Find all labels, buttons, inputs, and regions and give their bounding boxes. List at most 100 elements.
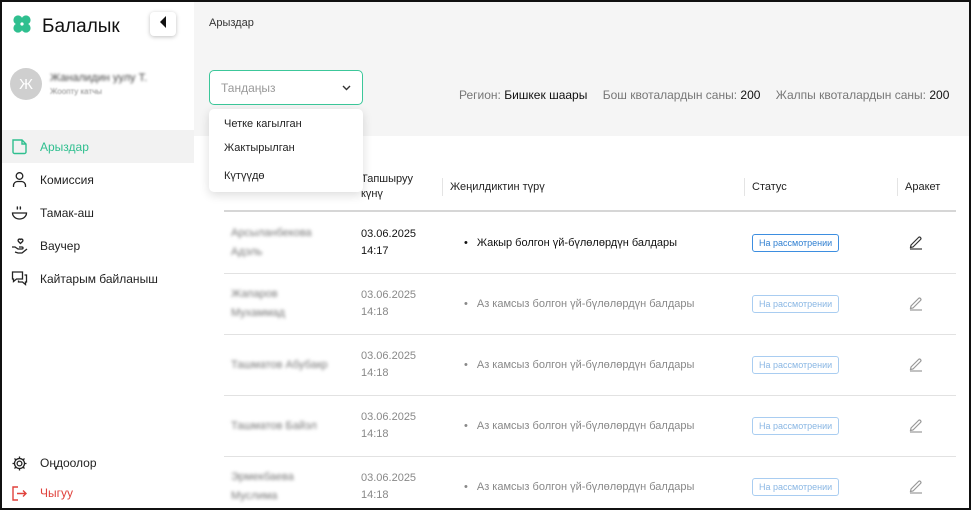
submission-date: 03.06.2025 14:18 — [361, 274, 441, 334]
free-quota-label: Бош квоталардын саны: — [602, 88, 738, 102]
sidebar-item-label: Комиссия — [40, 172, 94, 187]
applicant-name-line2: Адэль — [231, 246, 263, 258]
select-placeholder: Тандаңыз — [221, 80, 276, 95]
sidebar-item-settings[interactable]: Оңдоолор — [2, 448, 194, 478]
status-cell: На рассмотрении — [752, 396, 840, 456]
submission-date-day: 03.06.2025 — [361, 472, 417, 484]
pencil-icon — [908, 234, 924, 253]
applicant-name-line1: Жапаров — [231, 288, 278, 300]
user-profile[interactable]: Ж Жаналидин уулу Т. Жоопту катчы — [10, 68, 147, 100]
status-cell: На рассмотрении — [752, 274, 840, 334]
submission-date: 03.06.2025 14:18 — [361, 457, 441, 508]
sidebar-item-label: Тамак-аш — [40, 205, 94, 220]
collapse-sidebar-button[interactable] — [150, 12, 176, 36]
chat-icon — [10, 270, 28, 288]
applications-table: Тапшыруу күнү Жеңилдиктин түрү Статус Ар… — [194, 136, 969, 508]
total-quota-label: Жалпы квоталардын саны: — [775, 88, 926, 102]
clover-logo-icon — [10, 12, 34, 41]
applicant-name-line1: Эрмекбаева — [231, 471, 294, 483]
region-label: Регион: — [459, 88, 501, 102]
filter-option-approved[interactable]: Жактырылган — [224, 142, 295, 154]
submission-date-time: 14:18 — [361, 489, 389, 501]
column-header-benefit[interactable]: Жеңилдиктин түрү — [442, 164, 545, 210]
logo: Балалык — [10, 12, 120, 41]
applicant-name: Эрмекбаева Муслима — [231, 457, 351, 508]
status-cell: На рассмотрении — [752, 213, 840, 273]
submission-date-time: 14:18 — [361, 428, 389, 440]
sidebar-item-label: Чыгуу — [40, 486, 73, 500]
applicant-name: Ташматов Байэл — [231, 396, 351, 456]
submission-date-time: 14:18 — [361, 367, 389, 379]
pencil-icon — [908, 417, 924, 436]
app-title: Балалык — [42, 15, 120, 37]
pencil-icon — [908, 295, 924, 314]
status-filter-select[interactable]: Тандаңыз — [209, 70, 363, 105]
submission-date-day: 03.06.2025 — [361, 289, 417, 301]
applicant-name: Жапаров Мухаммад — [231, 274, 351, 334]
submission-date: 03.06.2025 14:18 — [361, 396, 441, 456]
status-badge: На рассмотрении — [752, 478, 840, 496]
main-content: Арыздар Тандаңыз Регион: Бишкек шаары Бо… — [194, 2, 969, 508]
submission-date-day: 03.06.2025 — [361, 228, 417, 240]
total-quota-value: 200 — [929, 88, 950, 102]
logout-icon — [10, 484, 28, 502]
avatar: Ж — [10, 68, 42, 100]
breadcrumb: Арыздар — [209, 17, 254, 29]
applicant-name-line1: Арсыланбекова — [231, 227, 312, 239]
sidebar-item-label: Кайтарым байланыш — [40, 271, 158, 286]
applicant-name-line1: Ташматов Абубакр — [231, 358, 328, 371]
user-role: Жоопту катчы — [50, 87, 103, 96]
applicant-name: Ташматов Абубакр — [231, 335, 351, 395]
food-bowl-icon — [10, 204, 28, 222]
applicant-name: Арсыланбекова Адэль — [231, 213, 351, 273]
person-icon — [10, 171, 28, 189]
sidebar-item-label: Оңдоолор — [40, 456, 97, 470]
submission-date: 03.06.2025 14:18 — [361, 335, 441, 395]
document-icon — [10, 138, 28, 156]
column-header-date[interactable]: Тапшыруу күнү — [361, 164, 431, 210]
submission-date-time: 14:17 — [361, 245, 389, 257]
benefit-type: Жакыр болгон үй-бүлөлөрдүн балдары — [464, 213, 734, 273]
pencil-icon — [908, 478, 924, 497]
column-header-status[interactable]: Статус — [744, 164, 787, 210]
sidebar-item-applications[interactable]: Арыздар — [2, 130, 194, 163]
user-name: Жаналидин уулу Т. — [50, 72, 148, 84]
edit-button[interactable] — [908, 213, 924, 273]
benefit-type: Аз камсыз болгон үй-бүлөлөрдүн балдары — [464, 335, 734, 395]
filter-option-rejected[interactable]: Четке кагылган — [224, 118, 302, 130]
applicant-name-line1: Ташматов Байэл — [231, 419, 317, 432]
table-row: Ташматов Байэл 03.06.2025 14:18 Аз камсыз б… — [224, 396, 956, 457]
sidebar-bottom-nav: Оңдоолор Чыгуу — [2, 448, 194, 508]
edit-button[interactable] — [908, 335, 924, 395]
benefit-type: Аз камсыз болгон үй-бүлөлөрдүн балдары — [464, 396, 734, 456]
status-badge: На рассмотрении — [752, 234, 840, 252]
edit-button[interactable] — [908, 396, 924, 456]
status-badge: На рассмотрении — [752, 417, 840, 435]
pencil-icon — [908, 356, 924, 375]
sidebar-item-food[interactable]: Тамак-аш — [2, 196, 194, 229]
sidebar-item-feedback[interactable]: Кайтарым байланыш — [2, 262, 194, 295]
status-cell: На рассмотрении — [752, 457, 840, 508]
hand-heart-icon — [10, 237, 28, 255]
table-row: Эрмекбаева Муслима 03.06.2025 14:18 Аз камсы… — [224, 457, 956, 508]
column-header-action: Аракет — [896, 164, 940, 210]
sidebar-item-logout[interactable]: Чыгуу — [2, 478, 194, 508]
sidebar: Балалык Ж Жаналидин уулу Т. Жоопту катчы… — [2, 2, 194, 508]
edit-button[interactable] — [908, 274, 924, 334]
table-row: Арсыланбекова Адэль 03.06.2025 14:17 Жакыр б… — [224, 213, 956, 274]
edit-button[interactable] — [908, 457, 924, 508]
sidebar-item-voucher[interactable]: Ваучер — [2, 229, 194, 262]
filter-option-pending[interactable]: Күтүүдө — [224, 170, 264, 182]
status-filter-dropdown: Четке кагылган Жактырылган Күтүүдө — [209, 109, 363, 192]
sidebar-item-commission[interactable]: Комиссия — [2, 163, 194, 196]
free-quota-value: 200 — [740, 88, 761, 102]
status-badge: На рассмотрении — [752, 356, 840, 374]
submission-date-day: 03.06.2025 — [361, 411, 417, 423]
submission-date-time: 14:18 — [361, 306, 389, 318]
gear-icon — [10, 454, 28, 472]
region-value: Бишкек шаары — [504, 88, 588, 102]
benefit-type: Аз камсыз болгон үй-бүлөлөрдүн балдары — [464, 274, 734, 334]
submission-date-day: 03.06.2025 — [361, 350, 417, 362]
benefit-type: Аз камсыз болгон үй-бүлөлөрдүн балдары — [464, 457, 734, 508]
status-badge: На рассмотрении — [752, 295, 840, 313]
